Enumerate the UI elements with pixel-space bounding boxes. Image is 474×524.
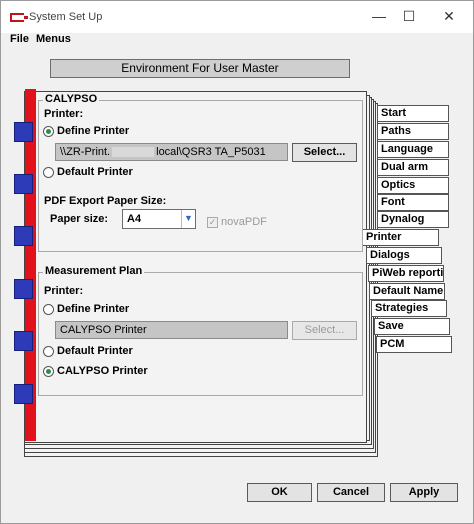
tab-default-name[interactable]: Default Name (369, 283, 445, 300)
apply-button[interactable]: Apply (390, 483, 458, 502)
ok-button[interactable]: OK (247, 483, 312, 502)
printer-path-suffix: local\QSR3 TA_P5031 (156, 146, 266, 158)
app-logo-icon (10, 13, 28, 22)
binder-ring-icon (14, 384, 33, 404)
binder-ring-icon (14, 226, 33, 246)
maximize-button[interactable]: ☐ (394, 5, 424, 29)
measurement-default-printer-label: Default Printer (57, 345, 133, 357)
tab-piweb-reporting[interactable]: PiWeb reportin (368, 265, 444, 282)
tab-strategies[interactable]: Strategies (371, 300, 447, 317)
measurement-plan-title: Measurement Plan (43, 265, 145, 277)
tab-dialogs[interactable]: Dialogs (366, 247, 442, 264)
measurement-select-button[interactable]: Select... (292, 321, 357, 340)
binder-ring-icon (14, 279, 33, 299)
redacted-text (112, 147, 155, 158)
binder-ring-icon (14, 331, 33, 351)
calypso-printer-label: Printer: (44, 108, 84, 120)
page-title: Environment For User Master (50, 59, 350, 78)
menu-bar: File Menus (1, 33, 473, 47)
measurement-printer-label: Printer: (44, 285, 84, 297)
tab-font[interactable]: Font (377, 194, 449, 211)
printer-path-prefix: \\ZR-Print. (60, 146, 111, 158)
calypso-printer-field[interactable]: \\ZR-Print. local\QSR3 TA_P5031 (55, 143, 288, 161)
calypso-default-printer-radio[interactable] (43, 167, 54, 178)
tab-optics[interactable]: Optics (377, 177, 449, 194)
paper-size-label: Paper size: (50, 213, 109, 225)
cancel-button[interactable]: Cancel (317, 483, 385, 502)
novapdf-checkbox[interactable]: ✓ (207, 217, 218, 228)
tab-dual-arm[interactable]: Dual arm (377, 159, 449, 176)
measurement-define-printer-radio[interactable] (43, 304, 54, 315)
measurement-default-printer-radio[interactable] (43, 346, 54, 357)
tab-paths[interactable]: Paths (377, 123, 449, 140)
calypso-define-printer-radio[interactable] (43, 126, 54, 137)
measurement-define-printer-label: Define Printer (57, 303, 130, 315)
close-button[interactable]: ✕ (434, 5, 464, 29)
calypso-default-printer-label: Default Printer (57, 166, 133, 178)
pdf-export-label: PDF Export Paper Size: (44, 195, 167, 207)
tab-start[interactable]: Start (377, 105, 449, 122)
tab-pcm[interactable]: PCM (376, 336, 452, 353)
calypso-select-button[interactable]: Select... (292, 143, 357, 162)
measurement-calypso-printer-label: CALYPSO Printer (57, 365, 148, 377)
tab-printer[interactable]: Printer (363, 229, 439, 246)
calypso-define-printer-label: Define Printer (57, 125, 130, 137)
minimize-button[interactable]: — (364, 5, 394, 29)
paper-size-select[interactable]: A4 ▼ (122, 209, 196, 229)
tab-dynalog[interactable]: Dynalog (377, 211, 449, 228)
window-title: System Set Up (29, 11, 103, 23)
novapdf-label: novaPDF (221, 216, 267, 228)
measurement-calypso-printer-radio[interactable] (43, 366, 54, 377)
binder-ring-icon (14, 174, 33, 194)
tab-language[interactable]: Language (377, 141, 449, 158)
menu-file[interactable]: File (10, 33, 29, 45)
binder-ring-icon (14, 122, 33, 142)
measurement-printer-field[interactable]: CALYPSO Printer (55, 321, 288, 339)
system-setup-window: System Set Up — ☐ ✕ File Menus Environme… (0, 0, 474, 524)
tab-save[interactable]: Save (374, 318, 450, 335)
paper-size-value: A4 (127, 213, 142, 225)
menu-menus[interactable]: Menus (36, 33, 71, 45)
chevron-down-icon: ▼ (181, 210, 195, 228)
title-bar: System Set Up — ☐ ✕ (1, 1, 473, 33)
calypso-group-title: CALYPSO (43, 93, 100, 105)
